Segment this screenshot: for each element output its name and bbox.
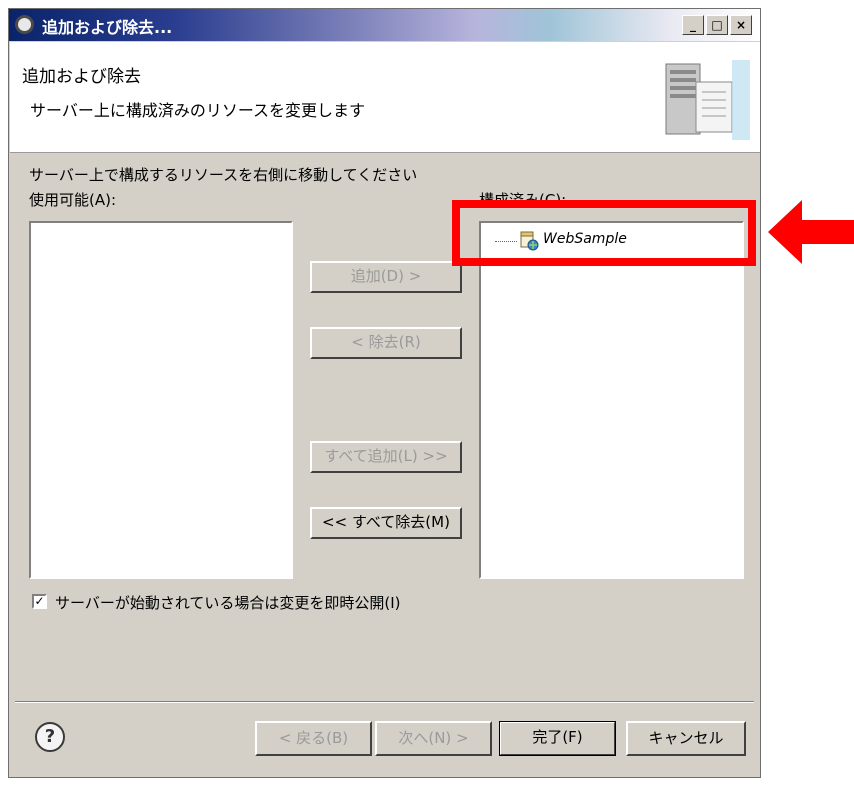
banner-title: 追加および除去 <box>22 67 141 87</box>
window-title: 追加および除去... <box>42 18 173 37</box>
highlight-box <box>452 200 756 266</box>
server-wizard-icon <box>665 60 750 140</box>
banner-description: サーバー上に構成済みのリソースを変更します <box>30 101 366 120</box>
add-all-button[interactable]: すべて追加(L) >> <box>310 441 462 473</box>
publish-label: サーバーが始動されている場合は変更を即時公開(I) <box>55 594 401 612</box>
cancel-button[interactable]: キャンセル <box>626 721 746 756</box>
help-icon[interactable]: ? <box>35 722 65 752</box>
minimize-button[interactable]: _ <box>682 15 704 35</box>
close-button[interactable]: × <box>730 15 752 35</box>
configured-list[interactable]: WebSample <box>479 221 744 579</box>
header-banner: 追加および除去 サーバー上に構成済みのリソースを変更します <box>10 42 760 153</box>
footer-separator <box>15 701 754 703</box>
publish-checkbox[interactable]: ✓ <box>32 594 47 609</box>
next-button[interactable]: 次へ(N) > <box>375 721 492 756</box>
arrow-left-icon <box>768 200 854 264</box>
maximize-button[interactable]: □ <box>706 15 728 35</box>
title-bar[interactable]: 追加および除去... _ □ × <box>9 9 760 41</box>
add-remove-dialog: 追加および除去... _ □ × 追加および除去 サーバー上に構成済みのリソース… <box>8 8 761 778</box>
available-label: 使用可能(A): <box>29 191 117 209</box>
remove-all-button[interactable]: << すべて除去(M) <box>310 507 462 539</box>
finish-button[interactable]: 完了(F) <box>499 721 616 756</box>
back-button[interactable]: < 戻る(B) <box>255 721 372 756</box>
add-button[interactable]: 追加(D) > <box>310 261 462 293</box>
gear-icon <box>15 15 34 34</box>
instruction-text: サーバー上で構成するリソースを右側に移動してください <box>29 166 418 184</box>
remove-button[interactable]: < 除去(R) <box>310 327 462 359</box>
available-list[interactable] <box>29 221 293 579</box>
